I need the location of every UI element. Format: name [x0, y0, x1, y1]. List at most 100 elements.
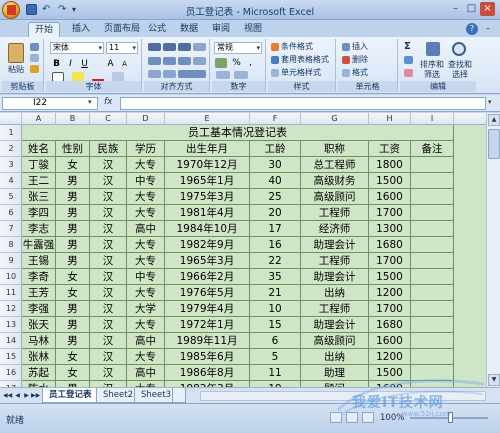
data-cell[interactable]: 汉 — [90, 237, 127, 253]
decrease-indent-icon[interactable] — [148, 70, 161, 78]
column-header[interactable]: A — [22, 113, 56, 125]
data-cell[interactable]: 1966年2月 — [165, 269, 250, 285]
sort-filter-button[interactable]: 排序和 — [420, 60, 444, 70]
expand-formula-bar-icon[interactable]: ▾ — [488, 98, 492, 106]
data-cell[interactable]: 助理会计 — [301, 317, 369, 333]
data-cell[interactable] — [411, 157, 454, 173]
data-cell[interactable]: 张天 — [22, 317, 56, 333]
row-header[interactable]: 1 — [0, 125, 22, 141]
data-cell[interactable]: 女 — [56, 157, 90, 173]
sort-filter-button-line2[interactable]: 筛选 — [424, 70, 440, 80]
vertical-scrollbar[interactable]: ▲ ▼ — [486, 113, 500, 387]
data-cell[interactable]: 女 — [56, 285, 90, 301]
sort-filter-icon[interactable] — [426, 42, 440, 56]
data-cell[interactable]: 1200 — [369, 349, 411, 365]
data-cell[interactable] — [411, 221, 454, 237]
paste-icon[interactable] — [8, 43, 24, 63]
data-cell[interactable]: 6 — [250, 333, 301, 349]
data-cell[interactable]: 1500 — [369, 269, 411, 285]
delete-cells-button[interactable]: 删除 — [352, 55, 368, 65]
grow-font-button[interactable]: A — [104, 58, 117, 70]
data-cell[interactable]: 汉 — [90, 221, 127, 237]
data-cell[interactable]: 1989年11月 — [165, 333, 250, 349]
fill-icon[interactable] — [404, 56, 413, 64]
data-cell[interactable]: 16 — [250, 237, 301, 253]
row-header[interactable]: 6 — [0, 205, 22, 221]
scroll-thumb[interactable] — [488, 129, 500, 159]
format-painter-icon[interactable] — [30, 65, 39, 73]
data-cell[interactable]: 汉 — [90, 365, 127, 381]
tab-view[interactable]: 视图 — [238, 22, 268, 37]
column-header[interactable]: I — [411, 113, 454, 125]
row-header[interactable]: 3 — [0, 157, 22, 173]
data-cell[interactable]: 男 — [56, 205, 90, 221]
insert-cells-button[interactable]: 插入 — [352, 42, 368, 52]
header-cell[interactable]: 姓名 — [22, 141, 56, 157]
data-cell[interactable]: 苏起 — [22, 365, 56, 381]
formula-input[interactable] — [120, 97, 486, 110]
data-cell[interactable] — [411, 349, 454, 365]
row-header[interactable]: 4 — [0, 173, 22, 189]
data-cell[interactable]: 男 — [56, 333, 90, 349]
tab-data[interactable]: 数据 — [174, 22, 204, 37]
data-cell[interactable]: 1500 — [369, 173, 411, 189]
column-header[interactable]: G — [301, 113, 369, 125]
comma-button[interactable]: , — [244, 57, 257, 69]
data-cell[interactable]: 1985年6月 — [165, 349, 250, 365]
data-cell[interactable] — [411, 285, 454, 301]
first-sheet-icon[interactable]: ◀◀ — [3, 391, 12, 401]
percent-button[interactable]: % — [230, 57, 243, 69]
data-cell[interactable]: 高级顾问 — [301, 189, 369, 205]
data-cell[interactable]: 助理会计 — [301, 269, 369, 285]
data-cell[interactable]: 汉 — [90, 349, 127, 365]
help-icon[interactable]: ? — [466, 23, 478, 35]
data-cell[interactable]: 王二 — [22, 173, 56, 189]
data-cell[interactable]: 大专 — [127, 205, 165, 221]
find-select-button[interactable]: 查找和 — [448, 60, 472, 70]
conditional-format-button[interactable]: 条件格式 — [281, 42, 313, 52]
column-header[interactable]: D — [127, 113, 165, 125]
data-cell[interactable]: 高级财务 — [301, 173, 369, 189]
data-cell[interactable]: 中专 — [127, 173, 165, 189]
data-cell[interactable]: 男 — [56, 221, 90, 237]
header-cell[interactable]: 性别 — [56, 141, 90, 157]
row-header[interactable]: 7 — [0, 221, 22, 237]
column-header[interactable]: H — [369, 113, 411, 125]
align-center-icon[interactable] — [163, 57, 176, 65]
data-cell[interactable]: 汉 — [90, 317, 127, 333]
data-cell[interactable]: 经济师 — [301, 221, 369, 237]
data-cell[interactable]: 15 — [250, 317, 301, 333]
data-cell[interactable]: 1982年9月 — [165, 237, 250, 253]
data-cell[interactable] — [411, 301, 454, 317]
row-header[interactable]: 11 — [0, 285, 22, 301]
data-cell[interactable]: 5 — [250, 349, 301, 365]
data-cell[interactable]: 汉 — [90, 301, 127, 317]
data-cell[interactable] — [411, 317, 454, 333]
data-cell[interactable]: 汉 — [90, 189, 127, 205]
row-header[interactable]: 10 — [0, 269, 22, 285]
header-cell[interactable]: 职称 — [301, 141, 369, 157]
data-cell[interactable]: 总工程师 — [301, 157, 369, 173]
underline-button[interactable]: U — [78, 58, 91, 70]
row-header[interactable]: 14 — [0, 333, 22, 349]
chevron-down-icon[interactable]: ▾ — [88, 98, 92, 106]
row-header[interactable]: 15 — [0, 349, 22, 365]
data-cell[interactable]: 1600 — [369, 189, 411, 205]
prev-sheet-icon[interactable]: ◀ — [13, 391, 22, 401]
cell-styles-button[interactable]: 单元格样式 — [281, 68, 321, 78]
data-cell[interactable]: 李志 — [22, 221, 56, 237]
data-cell[interactable]: 高级顾问 — [301, 333, 369, 349]
data-cell[interactable]: 大专 — [127, 317, 165, 333]
data-cell[interactable]: 1981年4月 — [165, 205, 250, 221]
align-top-icon[interactable] — [148, 43, 161, 51]
align-right-icon[interactable] — [178, 57, 191, 65]
data-cell[interactable]: 高中 — [127, 365, 165, 381]
cut-icon[interactable] — [30, 43, 39, 51]
data-cell[interactable]: 1965年3月 — [165, 253, 250, 269]
data-cell[interactable]: 马林 — [22, 333, 56, 349]
data-cell[interactable]: 张三 — [22, 189, 56, 205]
column-header[interactable]: B — [56, 113, 90, 125]
data-cell[interactable]: 1700 — [369, 205, 411, 221]
column-header[interactable]: F — [250, 113, 301, 125]
paste-button[interactable]: 粘贴 — [8, 65, 24, 75]
